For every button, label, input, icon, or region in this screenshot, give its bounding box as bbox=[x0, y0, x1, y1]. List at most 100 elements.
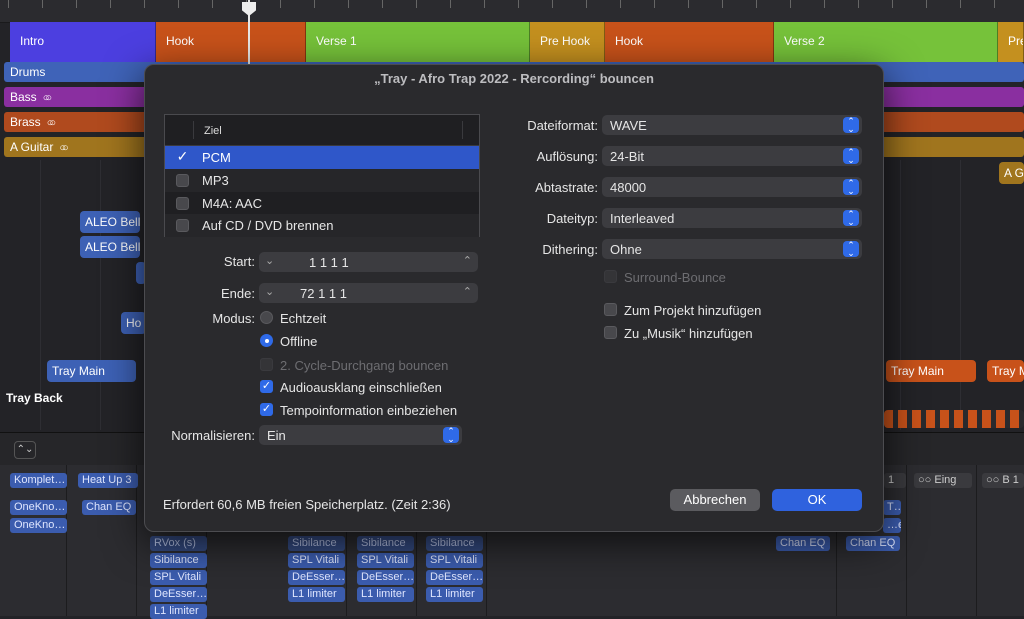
plugin-slot[interactable]: DeEsser… bbox=[288, 570, 345, 585]
dither-select[interactable]: Ohne ⌃ ⌄ bbox=[602, 239, 862, 259]
input-eing-button[interactable]: ○○ Eing bbox=[914, 473, 972, 488]
add-music-label[interactable]: Zu „Musik“ hinzufügen bbox=[624, 326, 753, 341]
marker-intro[interactable]: Intro bbox=[10, 22, 156, 62]
checkbox-surround[interactable] bbox=[604, 270, 617, 283]
end-position-field[interactable]: ⌄ 72 1 1 1 ⌃ bbox=[259, 283, 478, 303]
ruler-tick bbox=[688, 0, 689, 8]
plugin-slot[interactable]: SPL Vitali bbox=[357, 553, 414, 568]
destination-label: M4A: AAC bbox=[202, 195, 262, 211]
add-project-label[interactable]: Zum Projekt hinzufügen bbox=[624, 303, 761, 318]
marker-verse-2[interactable]: Verse 2 bbox=[774, 22, 998, 62]
plugin-slot[interactable]: L1 limiter bbox=[357, 587, 414, 602]
plugin-slot[interactable]: OneKno… bbox=[10, 500, 67, 515]
marker-hook-2[interactable]: Hook bbox=[605, 22, 774, 62]
plugin-slot[interactable]: Sibilance bbox=[426, 536, 483, 551]
plugin-slot[interactable]: SPL Vitali bbox=[426, 553, 483, 568]
marker-hook-1[interactable]: Hook bbox=[156, 22, 306, 62]
radio-offline[interactable] bbox=[260, 334, 273, 347]
plugin-slot[interactable]: Chan EQ bbox=[82, 500, 136, 515]
plugin-slot[interactable]: SPL Vitali bbox=[150, 570, 207, 585]
timeline-ruler[interactable] bbox=[0, 0, 1024, 23]
start-position-field[interactable]: ⌄ 1 1 1 1 ⌃ bbox=[259, 252, 478, 272]
destination-row-cd[interactable]: Auf CD / DVD brennen bbox=[165, 214, 479, 237]
samplerate-select[interactable]: 48000 ⌃ ⌄ bbox=[602, 177, 862, 197]
chevron-up-icon[interactable]: ⌃ bbox=[463, 285, 472, 298]
region-aleo-bell-1[interactable]: ALEO Bell bbox=[80, 211, 140, 233]
marker-pre[interactable]: Pre bbox=[998, 22, 1024, 62]
checkbox-cd[interactable] bbox=[176, 219, 189, 233]
tempo-info-label[interactable]: Tempoinformation einbeziehen bbox=[280, 403, 457, 418]
column-header-ziel[interactable]: Ziel bbox=[204, 125, 222, 137]
marker-pre-hook[interactable]: Pre Hook bbox=[530, 22, 605, 62]
chevron-down-icon[interactable]: ⌄ bbox=[265, 254, 274, 267]
ruler-tick bbox=[76, 0, 77, 8]
region-tray-main-right-1[interactable]: Tray Main bbox=[886, 360, 976, 382]
dither-value: Ohne bbox=[610, 242, 642, 257]
checkbox-audio-tail[interactable]: ✓ bbox=[260, 380, 273, 393]
region-ho[interactable]: Ho bbox=[121, 312, 146, 334]
checkbox-pcm[interactable]: ✓ bbox=[176, 149, 189, 164]
plugin-slot[interactable]: Heat Up 3 bbox=[78, 473, 138, 488]
plugin-slot[interactable]: L1 limiter bbox=[150, 604, 207, 619]
destination-row-pcm[interactable]: ✓ PCM bbox=[165, 146, 479, 169]
realtime-label[interactable]: Echtzeit bbox=[280, 311, 326, 326]
ruler-tick bbox=[994, 0, 995, 8]
plugin-slot[interactable]: …e… bbox=[883, 518, 901, 533]
ok-button[interactable]: OK bbox=[772, 489, 862, 511]
format-select[interactable]: WAVE ⌃ ⌄ bbox=[602, 115, 862, 135]
radio-realtime[interactable] bbox=[260, 311, 273, 324]
chevron-down-icon[interactable]: ⌄ bbox=[265, 285, 274, 298]
ruler-tick bbox=[314, 0, 315, 8]
plugin-slot[interactable]: DeEsser… bbox=[426, 570, 483, 585]
region-aleo-bell-2[interactable]: ALEO Bell bbox=[80, 236, 140, 258]
checkbox-mp3[interactable] bbox=[176, 173, 189, 187]
plugin-slot[interactable]: Chan EQ bbox=[776, 536, 830, 551]
marker-verse-1[interactable]: Verse 1 bbox=[306, 22, 530, 62]
cancel-button[interactable]: Abbrechen bbox=[670, 489, 760, 511]
plugin-slot[interactable]: Komplet… bbox=[10, 473, 67, 488]
plugin-slot[interactable]: T… bbox=[883, 500, 901, 515]
ruler-tick bbox=[450, 0, 451, 8]
input-b1-button[interactable]: ○○ B 1 bbox=[982, 473, 1024, 488]
chevron-updown-icon: ⌃ ⌄ bbox=[843, 148, 859, 165]
plugin-slot[interactable]: RVox (s) bbox=[150, 536, 207, 551]
destination-row-aac[interactable]: M4A: AAC bbox=[165, 192, 479, 215]
resolution-select[interactable]: 24-Bit ⌃ ⌄ bbox=[602, 146, 862, 166]
plugin-slot[interactable]: DeEsser… bbox=[150, 587, 207, 602]
cycle-bounce-label: 2. Cycle-Durchgang bouncen bbox=[280, 358, 449, 373]
destination-row-mp3[interactable]: MP3 bbox=[165, 168, 479, 192]
checkbox-add-music[interactable] bbox=[604, 326, 617, 339]
plugin-slot[interactable]: Chan EQ bbox=[846, 536, 900, 551]
normalize-select[interactable]: Ein ⌃ ⌄ bbox=[259, 425, 462, 445]
audio-tail-label[interactable]: Audioausklang einschließen bbox=[280, 380, 442, 395]
filetype-select[interactable]: Interleaved ⌃ ⌄ bbox=[602, 208, 862, 228]
plugin-slot[interactable]: DeEsser… bbox=[357, 570, 414, 585]
ruler-tick bbox=[42, 0, 43, 8]
plugin-slot[interactable]: L1 limiter bbox=[426, 587, 483, 602]
ruler-tick bbox=[824, 0, 825, 8]
plugin-slot[interactable]: Sibilance bbox=[357, 536, 414, 551]
samplerate-value: 48000 bbox=[610, 180, 647, 195]
checkbox-aac[interactable] bbox=[176, 196, 189, 210]
input-one-button[interactable]: 1 bbox=[884, 473, 906, 488]
plugin-slot[interactable]: Sibilance bbox=[150, 553, 207, 568]
dialog-title: „Tray - Afro Trap 2022 - Rercording“ bou… bbox=[374, 71, 654, 86]
region-a-g[interactable]: A G bbox=[999, 162, 1024, 184]
checkbox-tempo-info[interactable]: ✓ bbox=[260, 403, 273, 416]
region-tray-main-right-2[interactable]: Tray M bbox=[987, 360, 1024, 382]
offline-label[interactable]: Offline bbox=[280, 334, 317, 349]
chevron-up-icon[interactable]: ⌃ bbox=[463, 254, 472, 267]
ruler-tick bbox=[382, 0, 383, 8]
checkbox-cycle-bounce[interactable] bbox=[260, 358, 273, 371]
plugin-slot[interactable]: SPL Vitali bbox=[288, 553, 345, 568]
ruler-tick bbox=[790, 0, 791, 8]
plugin-slot[interactable]: L1 limiter bbox=[288, 587, 345, 602]
chevron-updown-icon: ⌃ ⌄ bbox=[843, 179, 859, 196]
format-value: WAVE bbox=[610, 118, 647, 133]
region-tray-main-left[interactable]: Tray Main bbox=[47, 360, 136, 382]
checkbox-add-project[interactable] bbox=[604, 303, 617, 316]
plugin-slot[interactable]: Sibilance bbox=[288, 536, 345, 551]
mixer-view-dropdown[interactable]: ⌃⌄ bbox=[14, 441, 36, 459]
plugin-slot[interactable]: OneKno… bbox=[10, 518, 67, 533]
region-pattern[interactable] bbox=[884, 410, 1024, 428]
